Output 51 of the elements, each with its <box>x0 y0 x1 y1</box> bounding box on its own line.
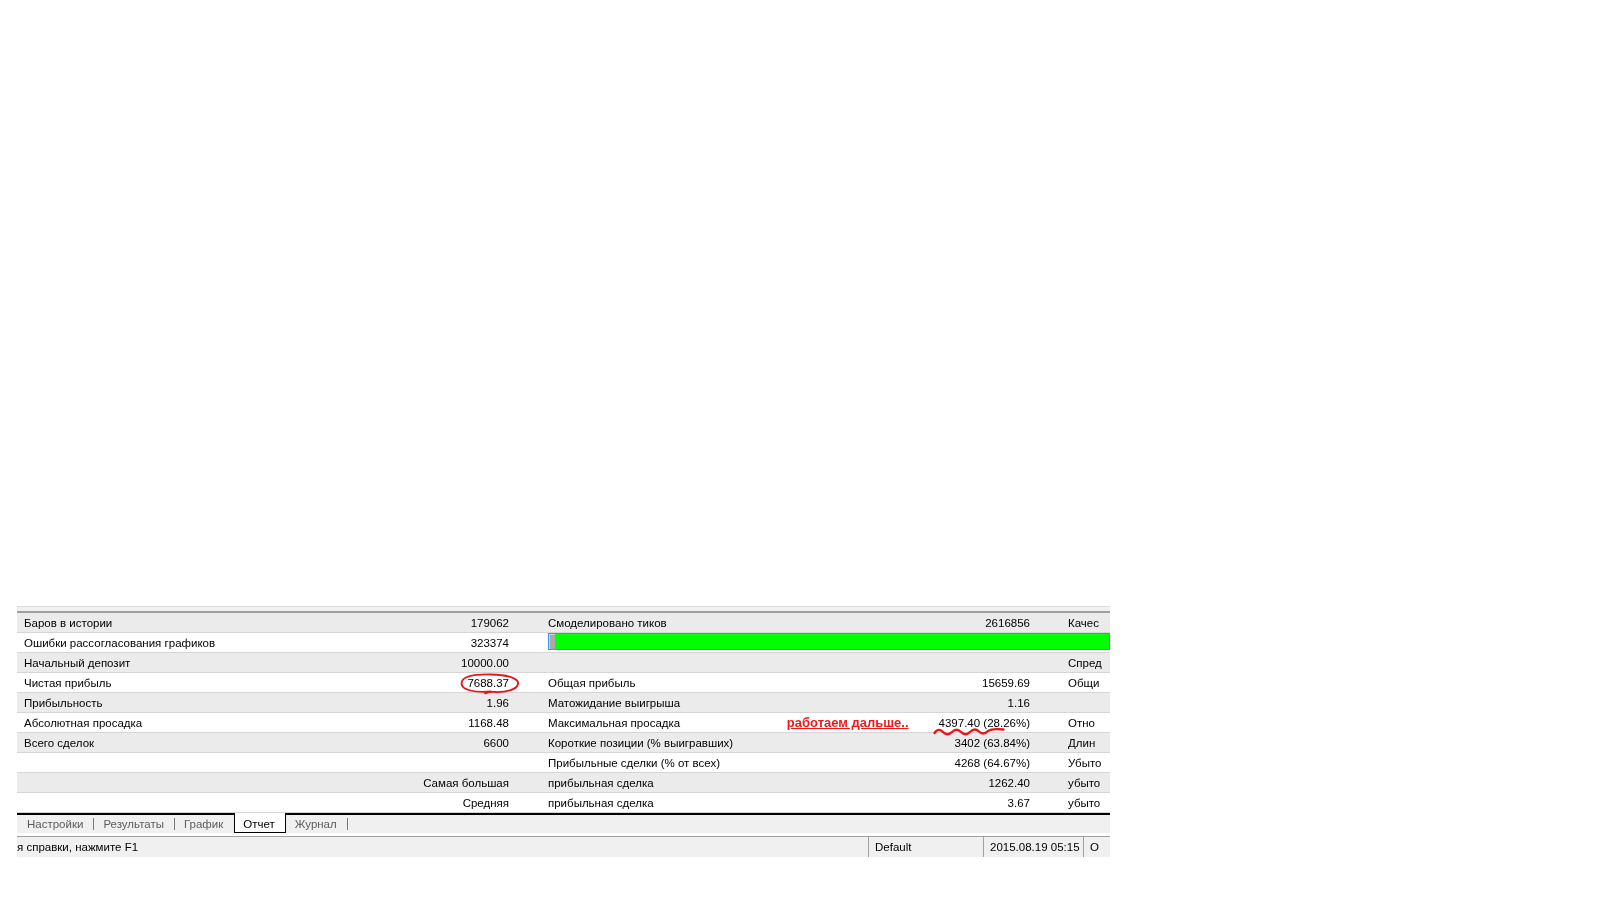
stat-value: 1262.40 <box>988 775 1030 790</box>
tab[interactable]: График <box>174 815 235 833</box>
stat-label: Спред <box>1068 655 1103 670</box>
splitter-bar[interactable] <box>17 606 1110 613</box>
status-text: Default <box>868 837 983 857</box>
stat-label: Прибыльные сделки (% от всех) <box>548 755 721 770</box>
annotation-text: работаем дальше.. <box>786 715 909 730</box>
status-text: 2015.08.19 05:15 <box>983 837 1083 857</box>
stat-value: 1168.48 <box>468 715 509 730</box>
stat-label: Ошибки рассогласования графиков <box>24 635 217 650</box>
stat-value: 10000.00 <box>461 655 509 670</box>
stat-value: 7688.37 <box>467 675 509 690</box>
stat-value: 3.67 <box>1007 795 1030 810</box>
status-text: я справки, нажмите F1 <box>17 840 140 855</box>
stat-value: 323374 <box>470 635 509 650</box>
stat-value: 15659.69 <box>982 675 1030 690</box>
tab[interactable]: Результаты <box>94 815 175 833</box>
tab[interactable]: Журнал <box>285 815 348 833</box>
stat-label: Короткие позиции (% выигравших) <box>548 735 735 750</box>
stat-value: 6600 <box>483 735 509 750</box>
stat-value: 2616856 <box>985 615 1030 630</box>
tab[interactable]: Настройки <box>18 815 95 833</box>
stat-label: Общи <box>1068 675 1101 690</box>
stat-value: 1.96 <box>486 695 509 710</box>
stat-label: убыто <box>1068 775 1102 790</box>
stat-label: Начальный депозит <box>24 655 132 670</box>
stat-value: 4397.40 (28.26%) <box>938 715 1030 730</box>
stat-label: Отно <box>1068 715 1096 730</box>
stat-label: Баров в истории <box>24 615 114 630</box>
stat-label: Максимальная просадка <box>548 715 682 730</box>
stat-value: 4268 (64.67%) <box>954 755 1030 770</box>
tab[interactable]: Отчет <box>234 813 286 833</box>
stat-label: Чистая прибыль <box>24 675 113 690</box>
stat-label: Общая прибыль <box>548 675 637 690</box>
stat-label: Всего сделок <box>24 735 96 750</box>
stat-label: убыто <box>1068 795 1102 810</box>
stat-label: Убыто <box>1068 755 1103 770</box>
stat-label: Качес <box>1068 615 1100 630</box>
status-text: O <box>1083 837 1110 857</box>
stat-value: Средняя <box>462 795 509 810</box>
stat-label: Прибыльность <box>24 695 104 710</box>
stat-label: Длин <box>1068 735 1097 750</box>
stat-value: 1.16 <box>1007 695 1030 710</box>
stat-label: прибыльная сделка <box>548 795 655 810</box>
stat-value: 3402 (63.84%) <box>954 735 1030 750</box>
stat-label: прибыльная сделка <box>548 775 655 790</box>
stat-label: Матожидание выигрыша <box>548 695 682 710</box>
stat-label: Абсолютная просадка <box>24 715 144 730</box>
stat-value: Самая большая <box>423 775 509 790</box>
stat-label: Смоделировано тиков <box>548 615 668 630</box>
stat-value: 179062 <box>470 615 509 630</box>
